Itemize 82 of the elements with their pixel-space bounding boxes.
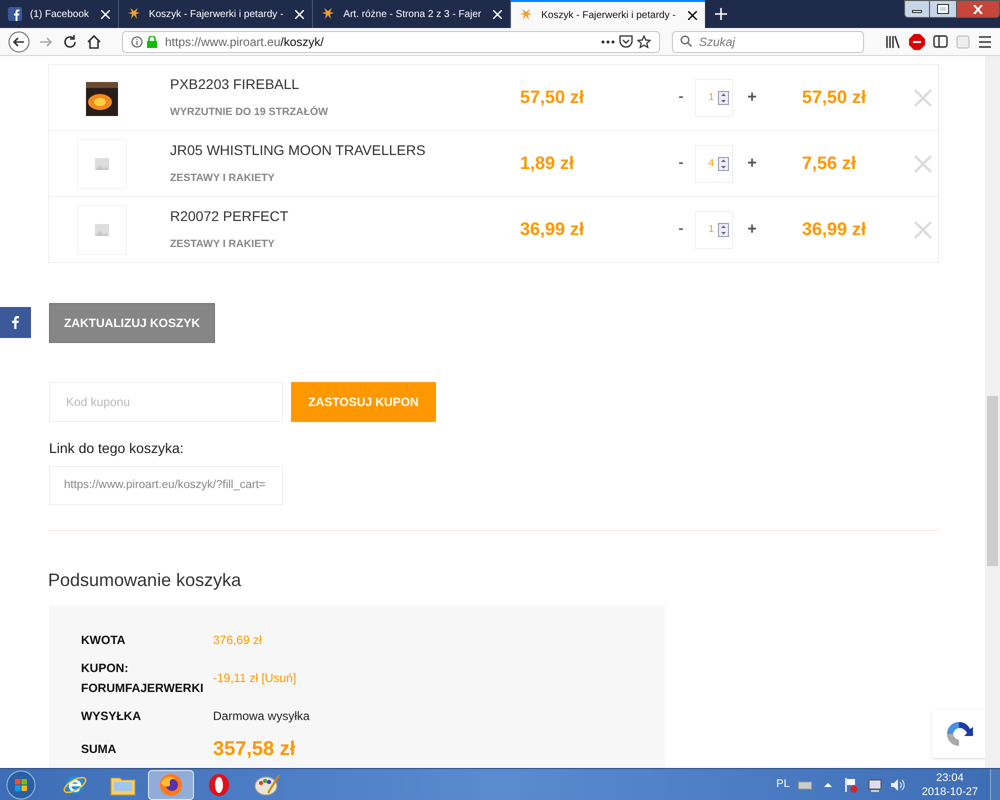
decrease-button[interactable]: - bbox=[670, 218, 692, 241]
unit-price: 57,50 zł bbox=[520, 86, 586, 109]
facebook-icon bbox=[12, 316, 19, 329]
summary-value: 357,58 zł bbox=[213, 737, 296, 762]
flag-icon[interactable] bbox=[844, 776, 858, 792]
library-icon[interactable] bbox=[885, 34, 901, 48]
summary-label: KUPON: FORUMFAJERWERKI bbox=[81, 660, 204, 697]
summary-value: 376,69 zł bbox=[213, 632, 262, 649]
image-placeholder bbox=[77, 138, 127, 188]
spinner-icon[interactable] bbox=[718, 156, 729, 170]
decrease-button[interactable]: - bbox=[670, 86, 692, 109]
product-category: WYRZUTNIE DO 19 STRZAŁÓW bbox=[170, 105, 330, 120]
increase-button[interactable]: + bbox=[744, 218, 760, 242]
summary-value: Darmowa wysyłka bbox=[213, 708, 310, 725]
reload-icon[interactable] bbox=[62, 34, 78, 50]
facebook-share-button[interactable] bbox=[0, 307, 31, 338]
cart-link-label: Link do tego koszyka: bbox=[49, 439, 185, 458]
caret-icon[interactable] bbox=[824, 782, 832, 787]
update-cart-button[interactable]: ZAKTUALIZUJ KOSZYK bbox=[49, 303, 215, 343]
sparkle-icon bbox=[126, 7, 141, 21]
palette-icon bbox=[254, 772, 280, 796]
menu-icon[interactable] bbox=[978, 36, 992, 48]
coupon-code-field[interactable]: Kod kuponu bbox=[49, 382, 283, 422]
increase-button[interactable]: + bbox=[744, 86, 760, 110]
home-icon[interactable] bbox=[86, 34, 102, 50]
url-text: https://www.piroart.eu/koszyk/ bbox=[165, 34, 324, 50]
product-category: ZESTAWY I RAKIETY bbox=[170, 171, 276, 186]
cart-link-field[interactable]: https://www.piroart.eu/koszyk/?fill_cart= bbox=[49, 466, 283, 505]
increase-button[interactable]: + bbox=[744, 152, 760, 176]
product-name[interactable]: R20072 PERFECT bbox=[170, 206, 520, 228]
sidebar-icon[interactable] bbox=[933, 35, 948, 48]
new-tab-icon[interactable] bbox=[714, 8, 727, 20]
more-icon[interactable] bbox=[601, 40, 615, 44]
back-icon[interactable] bbox=[8, 30, 30, 52]
info-icon bbox=[131, 36, 143, 48]
line-total: 57,50 zł bbox=[802, 86, 868, 109]
search-field[interactable]: Szukaj bbox=[672, 30, 864, 52]
speaker-icon[interactable] bbox=[890, 778, 906, 792]
ring-o-icon bbox=[207, 772, 231, 796]
fox-globe-icon bbox=[159, 772, 183, 796]
tab-title: Koszyk - Fajerwerki i petardy - bbox=[148, 8, 284, 22]
image-placeholder bbox=[77, 204, 127, 254]
spinner-icon[interactable] bbox=[718, 90, 729, 104]
clock[interactable]: 23:04 2018-10-27 bbox=[922, 770, 978, 798]
product-name[interactable]: PXB2203 FIREBALL bbox=[170, 74, 520, 96]
spinner-icon[interactable] bbox=[718, 222, 729, 236]
facebook-icon bbox=[8, 7, 22, 21]
summary-label: KWOTA bbox=[81, 632, 126, 649]
pocket-icon[interactable] bbox=[619, 35, 633, 48]
summary-value: -19,11 zł [Usuń] bbox=[213, 670, 296, 687]
summary-label: WYSYŁKA bbox=[81, 708, 142, 725]
tab-title: Art. różne - Strona 2 z 3 - Fajer bbox=[343, 8, 482, 22]
star-icon[interactable] bbox=[637, 34, 651, 48]
close-icon[interactable] bbox=[688, 10, 697, 20]
scrollbar[interactable] bbox=[985, 56, 1000, 768]
line-total: 36,99 zł bbox=[802, 218, 868, 241]
search-icon bbox=[680, 34, 692, 46]
address-bar[interactable]: https://www.piroart.eu/koszyk/ bbox=[122, 30, 660, 52]
taskbar-app-button[interactable] bbox=[148, 770, 194, 800]
close-window-button[interactable] bbox=[956, 0, 1000, 18]
tab-title: Koszyk - Fajerwerki i petardy - bbox=[541, 8, 676, 22]
cart-summary-heading: Podsumowanie koszyka bbox=[48, 569, 242, 592]
minimize-button[interactable] bbox=[904, 0, 930, 18]
close-icon bbox=[973, 4, 983, 14]
maximize-button[interactable] bbox=[930, 0, 956, 18]
summary-label: SUMA bbox=[81, 741, 118, 758]
product-name[interactable]: JR05 WHISTLING MOON TRAVELLERS bbox=[170, 140, 520, 162]
sparkle-icon bbox=[321, 7, 336, 21]
padlock-icon bbox=[147, 36, 157, 48]
adblock-icon[interactable] bbox=[909, 34, 925, 50]
sparkle-icon bbox=[519, 8, 534, 22]
start-button[interactable] bbox=[6, 770, 36, 800]
unit-price: 36,99 zł bbox=[520, 218, 586, 241]
decrease-button[interactable]: - bbox=[670, 152, 692, 175]
keyboard-icon[interactable] bbox=[798, 780, 812, 790]
unit-price: 1,89 zł bbox=[520, 152, 576, 175]
browser-tab[interactable]: Koszyk - Fajerwerki i petardy - bbox=[511, 0, 705, 28]
language-indicator[interactable]: PL bbox=[776, 776, 790, 793]
network-icon[interactable] bbox=[866, 778, 882, 792]
line-total: 7,56 zł bbox=[802, 152, 858, 175]
product-category: ZESTAWY I RAKIETY bbox=[170, 237, 276, 252]
tab-title: (1) Facebook bbox=[30, 8, 89, 22]
